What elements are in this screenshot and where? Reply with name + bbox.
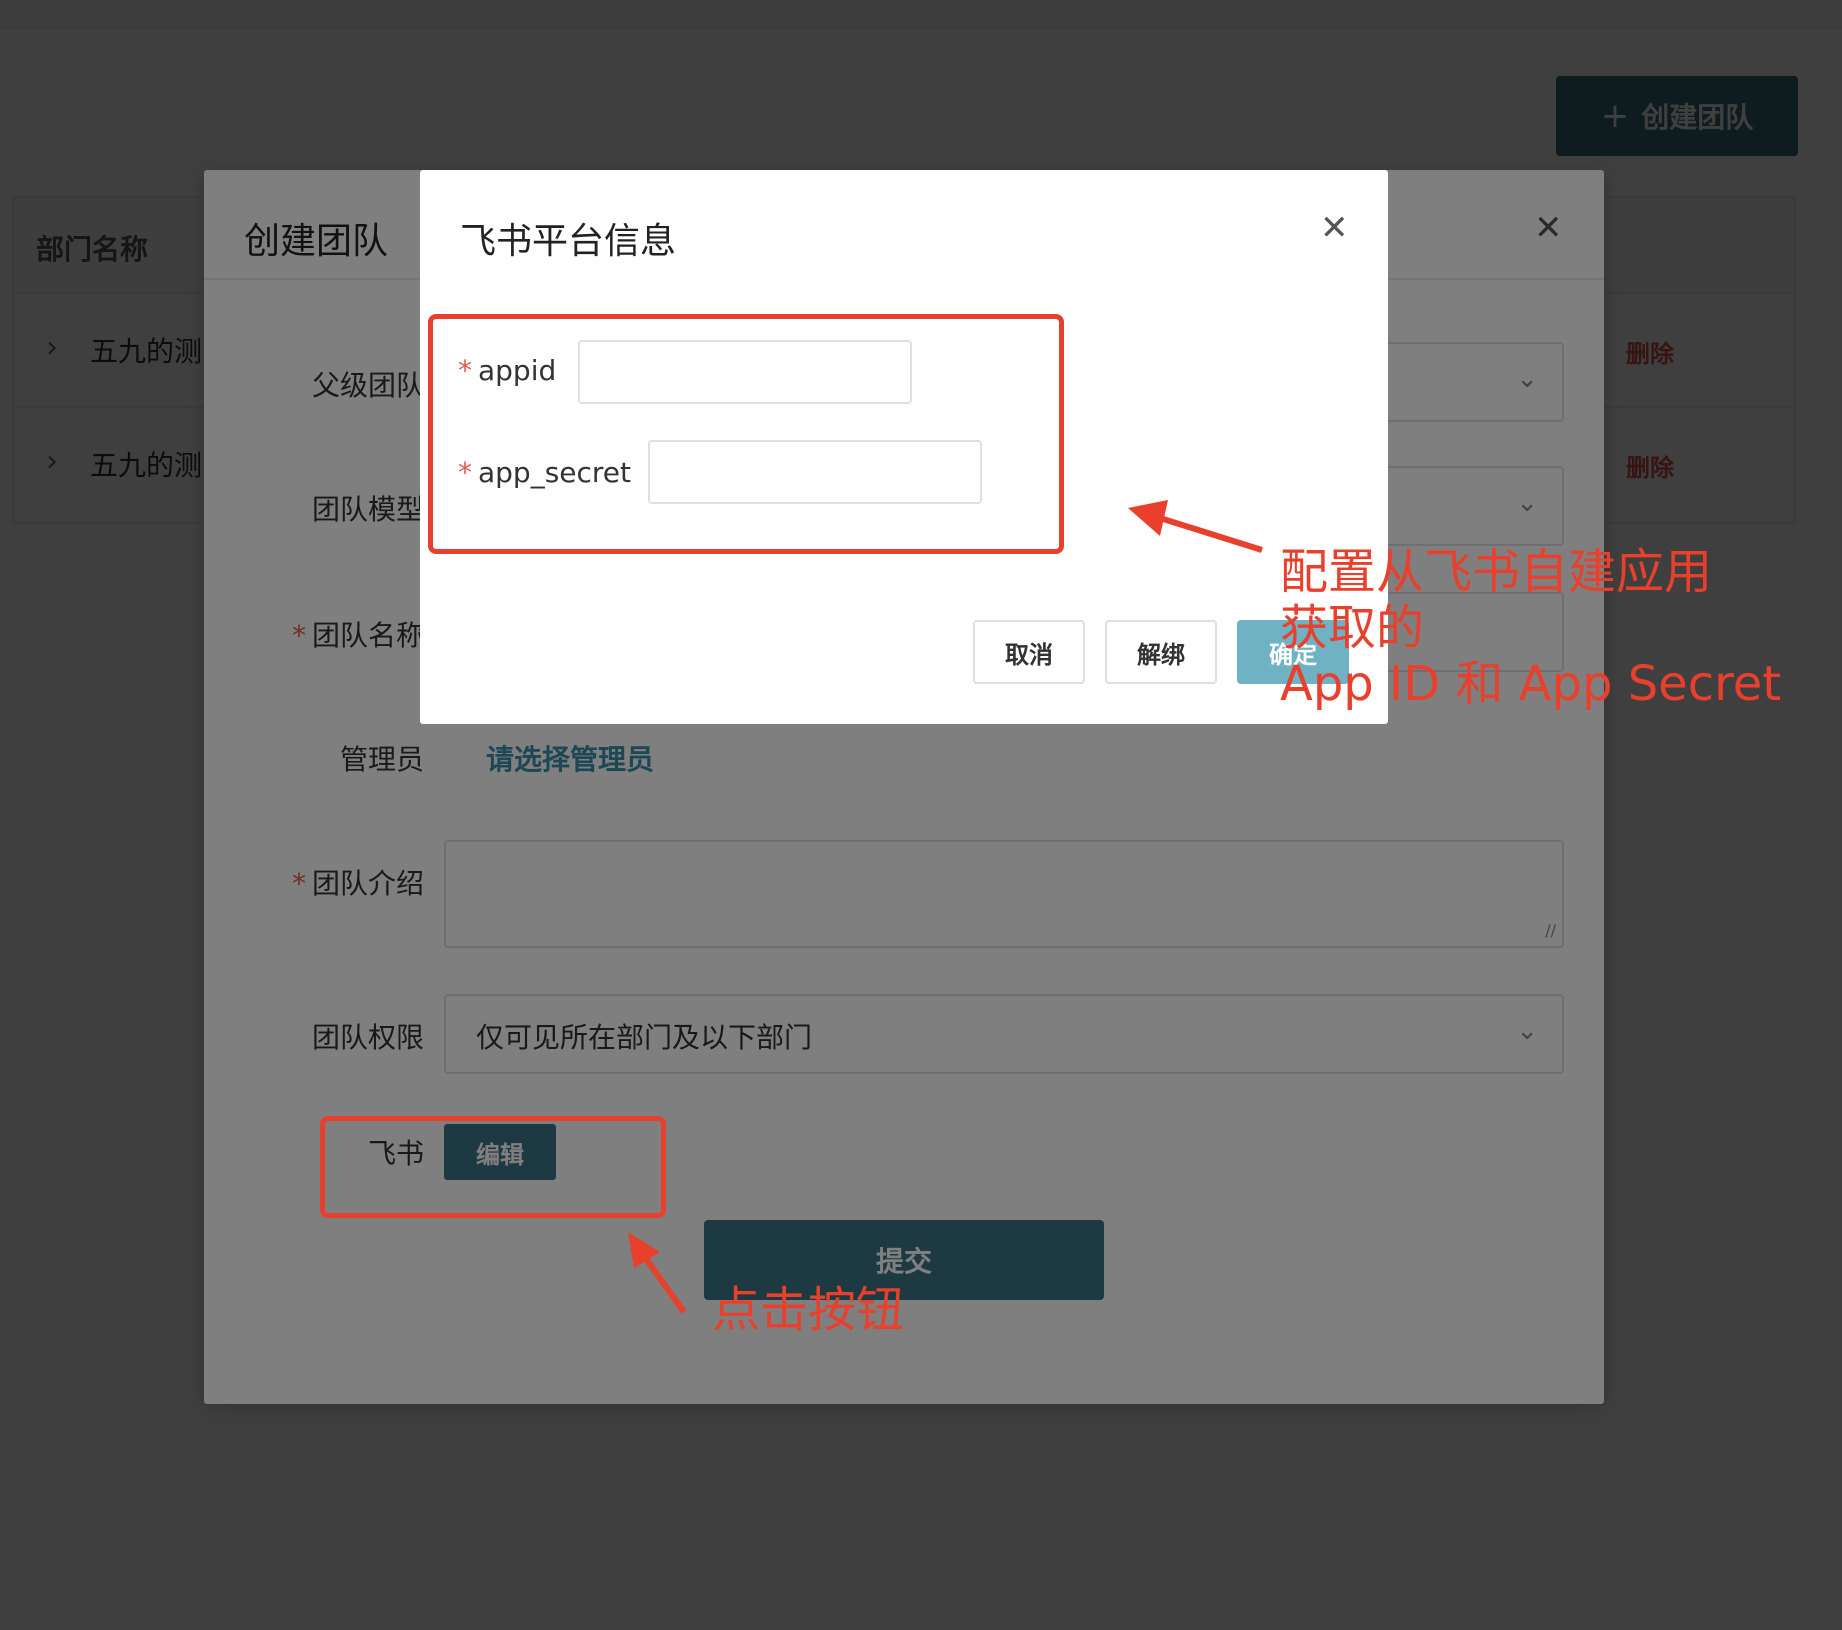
cancel-button[interactable]: 取消 — [973, 620, 1085, 684]
annotation-box-credentials — [428, 314, 1064, 554]
annotation-click-note: 点击按钮 — [712, 1282, 905, 1338]
annotation-line: 获取的 — [1280, 600, 1425, 656]
annotation-config-note: 配置从飞书自建应用 获取的 App ID 和 App Secret — [1280, 544, 1781, 712]
annotation-line: 配置从飞书自建应用 — [1280, 544, 1713, 600]
annotation-line: App ID 和 App Secret — [1280, 656, 1782, 712]
close-icon[interactable]: ✕ — [1320, 208, 1349, 248]
annotation-box-feishu-edit — [320, 1116, 666, 1218]
dialog-title: 飞书平台信息 — [460, 221, 677, 262]
unbind-button[interactable]: 解绑 — [1105, 620, 1217, 684]
